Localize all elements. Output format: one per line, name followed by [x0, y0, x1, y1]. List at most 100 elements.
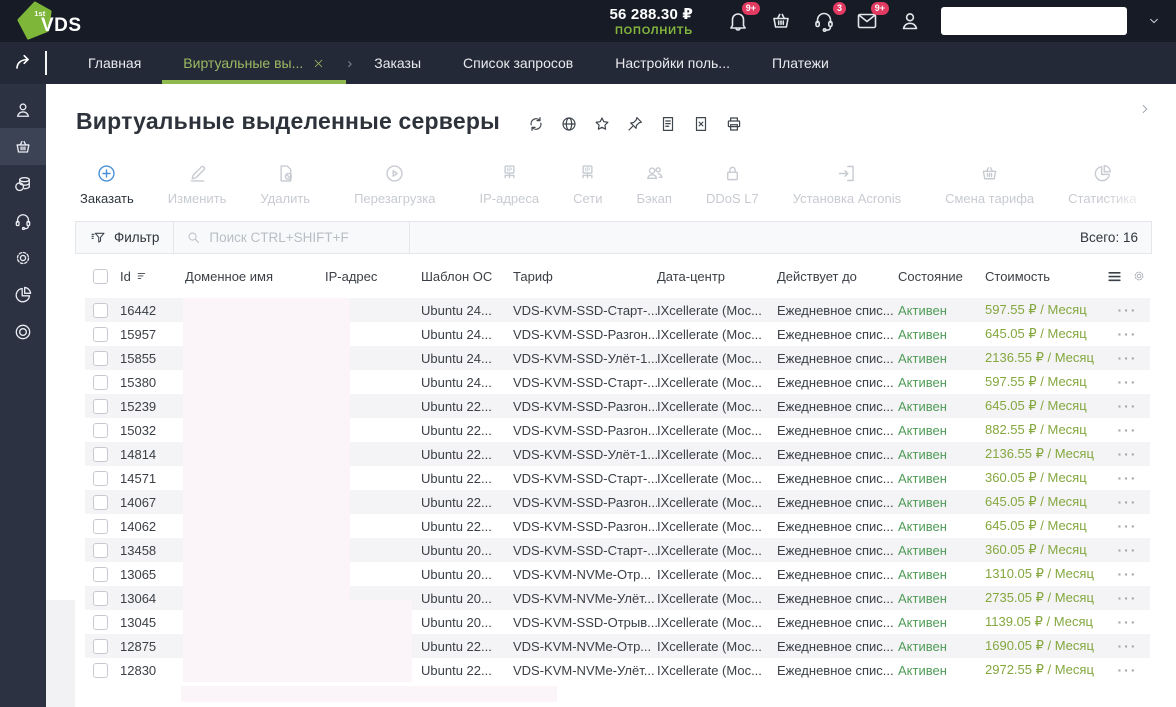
account-menu[interactable] [941, 7, 1127, 35]
cell-valid-until: Ежедневное спис... [777, 590, 894, 606]
row-menu-button[interactable]: ··· [1105, 663, 1150, 677]
column-header-tariff[interactable]: Тариф [513, 269, 657, 284]
edit-button[interactable]: Изменить [151, 163, 244, 206]
row-menu-button[interactable]: ··· [1105, 303, 1150, 317]
forward-arrow-icon[interactable] [13, 51, 37, 75]
logo[interactable]: 1st VDS [16, 1, 82, 41]
row-checkbox[interactable] [93, 614, 108, 630]
table-menu-icon[interactable] [1107, 269, 1122, 284]
row-checkbox[interactable] [93, 326, 108, 342]
column-header-id[interactable]: Id [120, 269, 185, 284]
row-checkbox[interactable] [93, 350, 108, 366]
restart-button[interactable]: Перезагрузка [337, 163, 452, 206]
acronis-install-button[interactable]: Установка Acronis [776, 163, 918, 206]
row-checkbox[interactable] [93, 638, 108, 654]
row-checkbox[interactable] [93, 590, 108, 606]
row-checkbox[interactable] [93, 446, 108, 462]
star-icon[interactable] [593, 115, 611, 133]
row-menu-button[interactable]: ··· [1105, 519, 1150, 533]
row-menu-button[interactable]: ··· [1105, 327, 1150, 341]
topup-button[interactable]: ПОПОЛНИТЬ [609, 25, 693, 37]
row-checkbox[interactable] [93, 422, 108, 438]
search-box[interactable] [174, 222, 409, 253]
tab-separator-icon: › [347, 54, 353, 72]
row-menu-button[interactable]: ··· [1105, 399, 1150, 413]
sidebar-item-services[interactable] [0, 313, 46, 350]
row-menu-button[interactable]: ··· [1105, 615, 1150, 629]
cell-state: Активен [898, 398, 947, 414]
sort-icon[interactable] [136, 270, 149, 283]
select-all-checkbox[interactable] [93, 268, 108, 284]
column-header-datacenter[interactable]: Дата-центр [657, 269, 777, 284]
chevron-down-icon[interactable] [1146, 13, 1162, 29]
printer-icon[interactable] [725, 115, 743, 133]
filter-button[interactable]: Фильтр [76, 222, 173, 253]
row-checkbox[interactable] [93, 302, 108, 318]
profile-user-icon[interactable] [898, 9, 922, 33]
change-tariff-button[interactable]: Смена тарифа [928, 163, 1051, 206]
order-button[interactable]: Заказать [63, 163, 151, 206]
tab-orders[interactable]: Заказы [353, 42, 442, 84]
row-checkbox[interactable] [93, 374, 108, 390]
row-menu-button[interactable]: ··· [1105, 567, 1150, 581]
row-menu-button[interactable]: ··· [1105, 591, 1150, 605]
sidebar-item-settings[interactable] [0, 239, 46, 276]
gear-icon [13, 248, 33, 268]
networks-button[interactable]: IP Сети [556, 163, 619, 206]
tab-user-settings[interactable]: Настройки поль... [594, 42, 751, 84]
toolbar-scroll-right-icon[interactable] [1138, 102, 1152, 116]
sidebar-item-clients[interactable] [0, 91, 46, 128]
column-header-os[interactable]: Шаблон ОС [421, 269, 513, 284]
sidebar-item-finance[interactable] [0, 165, 46, 202]
statistics-button[interactable]: Статистика [1051, 163, 1153, 206]
row-checkbox[interactable] [93, 470, 108, 486]
cart-icon[interactable] [769, 9, 793, 33]
doc-list-icon[interactable] [659, 115, 677, 133]
table-settings-gear-icon[interactable] [1132, 269, 1146, 283]
support-headset-icon[interactable]: 3 [812, 2, 846, 33]
doc-xls-icon[interactable] [692, 115, 710, 133]
column-header-valid-until[interactable]: Действует до [777, 269, 898, 284]
basket-icon [13, 137, 33, 157]
tab-payments[interactable]: Платежи [751, 42, 850, 84]
backup-button[interactable]: Бэкап [620, 163, 689, 206]
row-menu-button[interactable]: ··· [1105, 351, 1150, 365]
column-header-domain[interactable]: Доменное имя [185, 269, 325, 284]
row-menu-button[interactable]: ··· [1105, 495, 1150, 509]
row-checkbox[interactable] [93, 494, 108, 510]
topbar: 1st VDS 56 288.30 ₽ ПОПОЛНИТЬ 9+ 3 9+ [0, 0, 1176, 42]
row-checkbox[interactable] [93, 398, 108, 414]
tab-home[interactable]: Главная [67, 42, 162, 84]
row-menu-button[interactable]: ··· [1105, 423, 1150, 437]
tab-virtual-servers[interactable]: Виртуальные вы... [162, 42, 347, 84]
ddos-l7-button[interactable]: DDoS L7 [689, 163, 776, 206]
row-menu-button[interactable]: ··· [1105, 543, 1150, 557]
column-header-state[interactable]: Состояние [898, 269, 985, 284]
close-tab-icon[interactable] [312, 57, 325, 70]
globe-icon[interactable] [560, 115, 578, 133]
row-checkbox[interactable] [93, 518, 108, 534]
row-checkbox[interactable] [93, 662, 108, 678]
row-menu-button[interactable]: ··· [1105, 447, 1150, 461]
sidebar-item-support[interactable] [0, 202, 46, 239]
history-button[interactable]: ?История [1153, 163, 1176, 206]
table-header: Id Доменное имя IP-адрес Шаблон ОС Тариф… [85, 256, 1150, 296]
column-header-cost[interactable]: Стоимость [985, 269, 1105, 284]
refresh-icon[interactable] [527, 115, 545, 133]
pin-icon[interactable] [626, 115, 644, 133]
badge-count: 9+ [870, 2, 889, 15]
row-checkbox[interactable] [93, 542, 108, 558]
row-menu-button[interactable]: ··· [1105, 375, 1150, 389]
tab-requests[interactable]: Список запросов [442, 42, 594, 84]
search-input[interactable] [209, 230, 398, 245]
sidebar-item-statistics[interactable] [0, 276, 46, 313]
column-header-ip[interactable]: IP-адрес [325, 269, 421, 284]
sidebar-item-products[interactable] [0, 128, 46, 165]
notifications-bell-icon[interactable]: 9+ [726, 2, 760, 33]
mail-icon[interactable]: 9+ [855, 2, 889, 33]
ip-addresses-button[interactable]: IP IP-адреса [463, 163, 557, 206]
row-checkbox[interactable] [93, 566, 108, 582]
row-menu-button[interactable]: ··· [1105, 471, 1150, 485]
row-menu-button[interactable]: ··· [1105, 639, 1150, 653]
delete-button[interactable]: Удалить [243, 163, 327, 206]
